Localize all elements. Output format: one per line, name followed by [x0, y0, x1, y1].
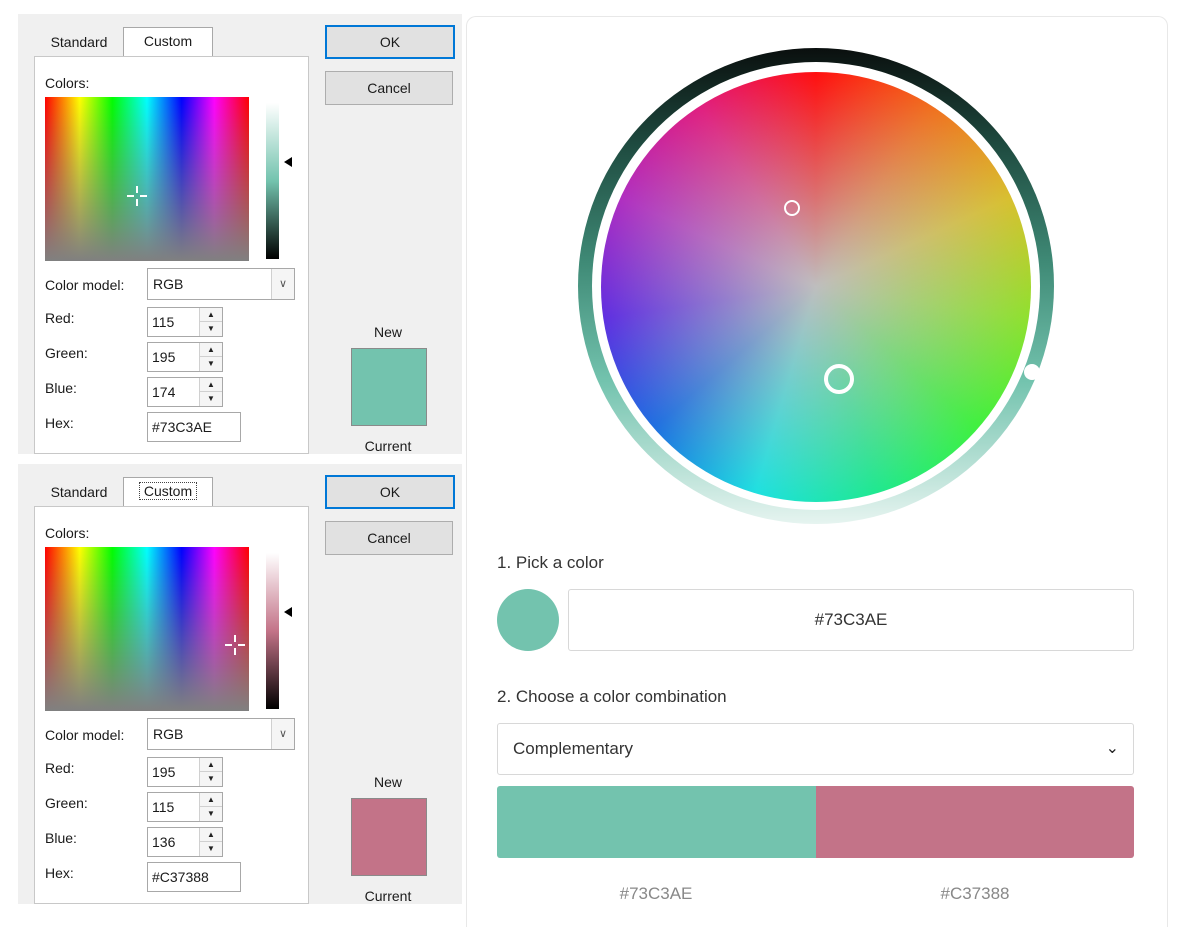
spin-arrows-icon[interactable]: ▲ ▼: [199, 828, 222, 856]
tab-custom[interactable]: Custom: [123, 27, 213, 56]
new-label: New: [373, 324, 402, 340]
luminance-arrow-icon[interactable]: [284, 157, 292, 167]
tab-custom-label: Custom: [143, 33, 193, 49]
current-label: Current: [364, 888, 412, 904]
primary-color-handle[interactable]: [824, 364, 854, 394]
custom-panel: Colors: Color model: RGB ∨ Red: 115 ▲ ▼ G…: [34, 56, 309, 454]
spin-arrows-icon[interactable]: ▲ ▼: [199, 308, 222, 336]
color-dialog-1: Standard Custom Colors: Color model: RGB…: [18, 14, 462, 454]
palette-hex-1: #73C3AE: [619, 884, 693, 903]
red-label: Red:: [45, 310, 75, 326]
color-model-label: Color model:: [45, 277, 125, 293]
color-model-label: Color model:: [45, 727, 125, 743]
hex-input[interactable]: #73C3AE: [147, 412, 241, 442]
cancel-button[interactable]: Cancel: [325, 71, 453, 105]
color-swatch: [351, 348, 427, 426]
hex-color-input[interactable]: #73C3AE: [568, 589, 1134, 651]
color-model-select[interactable]: RGB ∨: [147, 718, 295, 750]
color-wheel[interactable]: [601, 72, 1031, 502]
green-stepper[interactable]: 115 ▲ ▼: [147, 792, 223, 822]
luminance-arrow-icon[interactable]: [284, 607, 292, 617]
tab-standard[interactable]: Standard: [34, 29, 124, 55]
red-value: 195: [152, 764, 176, 780]
chevron-down-icon[interactable]: ∨: [271, 719, 294, 749]
palette-swatch-2[interactable]: [815, 786, 1134, 858]
palette-bar: [497, 786, 1134, 858]
color-model-value: RGB: [153, 726, 184, 742]
luminance-slider[interactable]: [266, 103, 279, 259]
combination-value: Complementary: [513, 739, 633, 758]
ok-button[interactable]: OK: [325, 25, 455, 59]
tab-standard[interactable]: Standard: [34, 479, 124, 505]
hex-input[interactable]: #C37388: [147, 862, 241, 892]
color-model-value: RGB: [153, 276, 184, 292]
current-label: Current: [364, 438, 412, 454]
step2-label: 2. Choose a color combination: [497, 687, 727, 706]
color-spectrum[interactable]: [45, 97, 249, 261]
crosshair-icon: [127, 186, 147, 206]
hex-label: Hex:: [45, 865, 74, 881]
secondary-color-handle[interactable]: [784, 200, 800, 216]
green-label: Green:: [45, 345, 88, 361]
chevron-down-icon[interactable]: ∨: [271, 269, 294, 299]
combination-select[interactable]: Complementary ⌄: [497, 723, 1134, 775]
blue-value: 136: [152, 834, 176, 850]
green-value: 115: [152, 799, 175, 815]
blue-label: Blue:: [45, 380, 77, 396]
colors-label: Colors:: [45, 75, 90, 91]
blue-label: Blue:: [45, 830, 77, 846]
color-dialog-2: Standard Custom Colors: Color model: RGB…: [18, 464, 462, 904]
green-label: Green:: [45, 795, 88, 811]
chevron-down-icon[interactable]: ⌄: [1106, 724, 1119, 774]
palette-swatch-1[interactable]: [497, 786, 816, 858]
hex-label: Hex:: [45, 415, 74, 431]
lightness-handle[interactable]: [1024, 364, 1040, 380]
colors-label: Colors:: [45, 525, 90, 541]
tab-custom-label: Custom: [138, 482, 198, 500]
spin-arrows-icon[interactable]: ▲ ▼: [199, 793, 222, 821]
red-stepper[interactable]: 195 ▲ ▼: [147, 757, 223, 787]
spin-arrows-icon[interactable]: ▲ ▼: [199, 343, 222, 371]
color-swatch: [351, 798, 427, 876]
color-model-select[interactable]: RGB ∨: [147, 268, 295, 300]
new-label: New: [373, 774, 402, 790]
red-stepper[interactable]: 115 ▲ ▼: [147, 307, 223, 337]
blue-stepper[interactable]: 174 ▲ ▼: [147, 377, 223, 407]
luminance-slider[interactable]: [266, 553, 279, 709]
spin-arrows-icon[interactable]: ▲ ▼: [199, 758, 222, 786]
hex-value: #73C3AE: [152, 419, 212, 435]
palette-hex-2: #C37388: [940, 884, 1010, 903]
crosshair-icon: [225, 635, 245, 655]
color-spectrum[interactable]: [45, 547, 249, 711]
red-value: 115: [152, 314, 175, 330]
step1-label: 1. Pick a color: [497, 553, 604, 572]
cancel-button[interactable]: Cancel: [325, 521, 453, 555]
blue-stepper[interactable]: 136 ▲ ▼: [147, 827, 223, 857]
tab-custom[interactable]: Custom: [123, 477, 213, 506]
red-label: Red:: [45, 760, 75, 776]
spin-arrows-icon[interactable]: ▲ ▼: [199, 378, 222, 406]
green-stepper[interactable]: 195 ▲ ▼: [147, 342, 223, 372]
ok-button[interactable]: OK: [325, 475, 455, 509]
green-value: 195: [152, 349, 176, 365]
hex-value: #C37388: [152, 869, 209, 885]
custom-panel: Colors: Color model: RGB ∨ Red: 195 ▲ ▼ G…: [34, 506, 309, 904]
blue-value: 174: [152, 384, 176, 400]
selected-color-swatch: [497, 589, 559, 651]
